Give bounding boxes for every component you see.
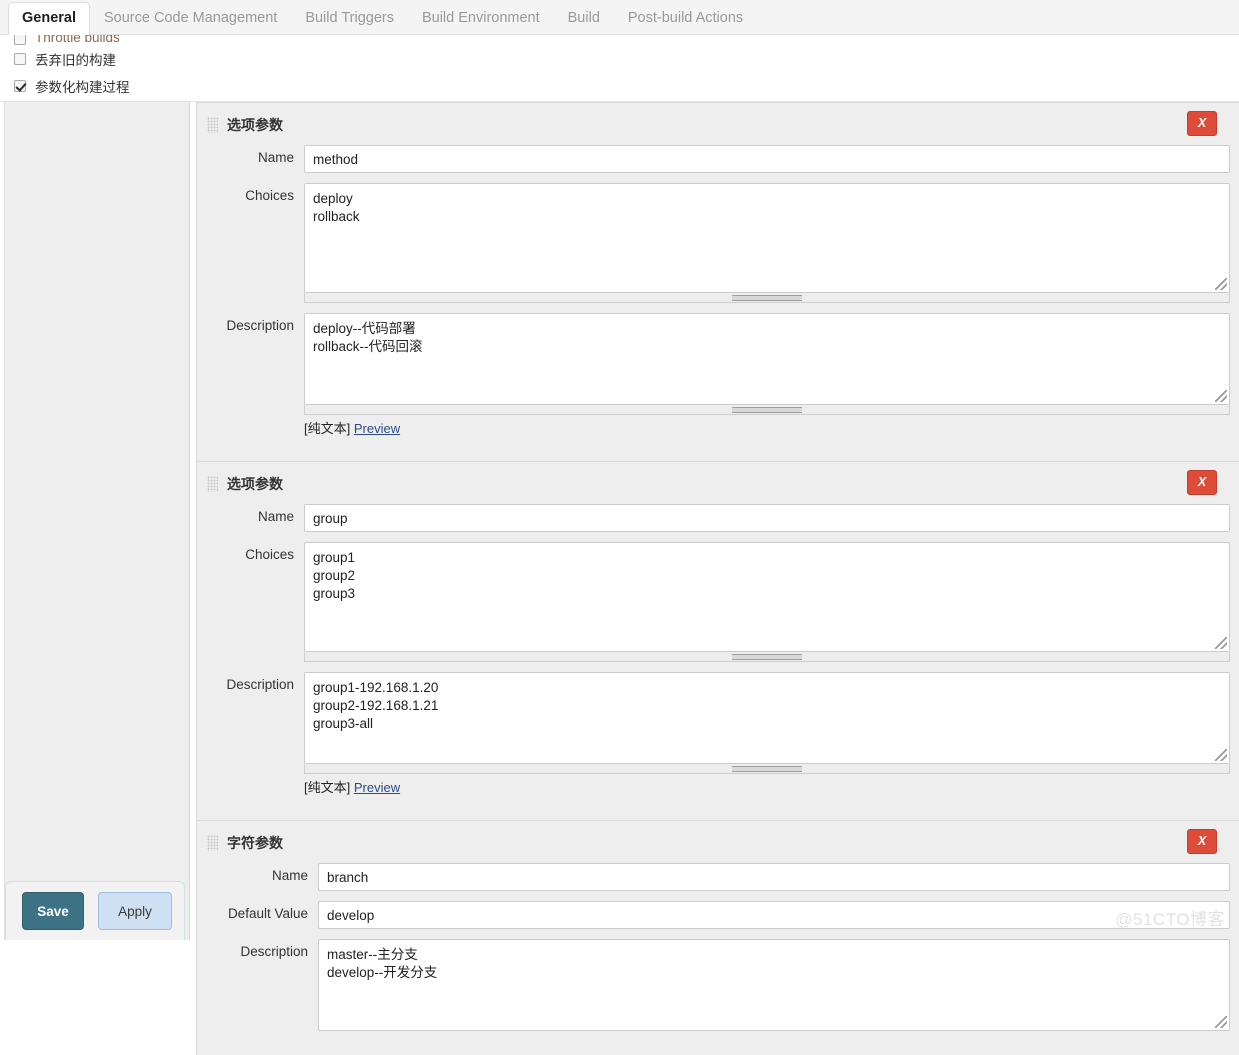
parameter-block-header: 字符参数 (197, 821, 1239, 863)
tab-build-environment[interactable]: Build Environment (408, 2, 554, 35)
textarea-resize-grip[interactable] (1215, 637, 1227, 649)
textarea-drag-bar[interactable] (304, 293, 1230, 303)
config-tab-bar: General Source Code Management Build Tri… (0, 0, 1239, 36)
description-label: Description (240, 944, 308, 959)
field-row-name: Name (197, 145, 1239, 173)
plaintext-label: [纯文本] (304, 780, 351, 795)
discard-old-builds-checkbox[interactable] (14, 52, 26, 65)
field-row-choices: Choices deploy rollback (197, 183, 1239, 303)
choices-label: Choices (245, 547, 294, 562)
parameter-block-choice-group: X 选项参数 Name Choices group1 group2 group3… (196, 461, 1239, 820)
field-row-name: Name (197, 504, 1239, 532)
apply-button[interactable]: Apply (98, 892, 172, 930)
preview-link[interactable]: Preview (354, 421, 400, 436)
delete-parameter-button[interactable]: X (1187, 829, 1217, 854)
option-label: Throttle builds (35, 35, 120, 45)
description-preview-row: [纯文本] Preview (304, 774, 1230, 796)
name-label: Name (271, 868, 308, 883)
delete-parameter-button[interactable]: X (1187, 470, 1217, 495)
parameter-description-textarea[interactable]: group1-192.168.1.20 group2-192.168.1.21 … (304, 672, 1230, 764)
textarea-resize-grip[interactable] (1215, 278, 1227, 290)
field-row-description: Description master--主分支 develop--开发分支 (197, 939, 1239, 1031)
parameter-type-title: 选项参数 (227, 117, 283, 133)
throttle-builds-checkbox[interactable] (14, 35, 26, 45)
parameter-choices-textarea[interactable]: deploy rollback (304, 183, 1230, 293)
option-label: 参数化构建过程 (35, 79, 130, 95)
parameter-description-textarea[interactable]: master--主分支 develop--开发分支 (318, 939, 1230, 1031)
parameter-choices-textarea[interactable]: group1 group2 group3 (304, 542, 1230, 652)
save-button[interactable]: Save (22, 892, 84, 930)
parameter-description-textarea[interactable]: deploy--代码部署 rollback--代码回滚 (304, 313, 1230, 405)
tab-build-triggers[interactable]: Build Triggers (291, 2, 408, 35)
general-options-list: Throttle builds 丢弃旧的构建 参数化构建过程 (0, 35, 1239, 102)
parameter-name-input[interactable] (318, 863, 1230, 891)
option-parameterized-build[interactable]: 参数化构建过程 (0, 72, 1239, 99)
parameter-block-header: 选项参数 (197, 103, 1239, 145)
option-label: 丢弃旧的构建 (35, 52, 116, 68)
textarea-resize-grip[interactable] (1215, 390, 1227, 402)
tab-source-code-management[interactable]: Source Code Management (90, 2, 291, 35)
tab-post-build-actions[interactable]: Post-build Actions (614, 2, 757, 35)
field-row-default-value: Default Value (197, 901, 1239, 929)
parameter-type-title: 字符参数 (227, 835, 283, 851)
textarea-drag-bar[interactable] (304, 405, 1230, 415)
watermark: @51CTO博客 (1115, 910, 1225, 929)
parameter-name-input[interactable] (304, 145, 1230, 173)
field-row-choices: Choices group1 group2 group3 (197, 542, 1239, 662)
description-label: Description (226, 677, 294, 692)
form-action-bar: Save Apply (5, 881, 185, 940)
drag-handle-icon[interactable] (207, 117, 218, 133)
option-discard-old-builds[interactable]: 丢弃旧的构建 (0, 45, 1239, 72)
textarea-drag-bar[interactable] (304, 652, 1230, 662)
drag-handle-icon[interactable] (207, 476, 218, 492)
parameter-block-header: 选项参数 (197, 462, 1239, 504)
description-preview-row: [纯文本] Preview (304, 415, 1230, 437)
textarea-resize-grip[interactable] (1215, 749, 1227, 761)
field-row-description: Description group1-192.168.1.20 group2-1… (197, 672, 1239, 796)
default-value-label: Default Value (227, 906, 308, 921)
parameter-block-string-branch: X 字符参数 Name Default Value Description ma… (196, 820, 1239, 1055)
parameter-type-title: 选项参数 (227, 476, 283, 492)
page-left-edge (0, 102, 5, 940)
parameterized-build-checkbox[interactable] (14, 79, 26, 92)
plaintext-label: [纯文本] (304, 421, 351, 436)
tab-general[interactable]: General (8, 2, 90, 36)
tab-build[interactable]: Build (554, 2, 614, 35)
description-label: Description (226, 318, 294, 333)
drag-handle-icon[interactable] (207, 835, 218, 851)
field-row-name: Name (197, 863, 1239, 891)
textarea-drag-bar[interactable] (304, 764, 1230, 774)
delete-parameter-button[interactable]: X (1187, 111, 1217, 136)
parameter-default-value-input[interactable] (318, 901, 1230, 929)
option-throttle-builds[interactable]: Throttle builds (0, 35, 1239, 45)
parameter-block-choice-method: X 选项参数 Name Choices deploy rollback Desc… (196, 102, 1239, 461)
field-row-description: Description deploy--代码部署 rollback--代码回滚 … (197, 313, 1239, 437)
choices-label: Choices (245, 188, 294, 203)
parameter-name-input[interactable] (304, 504, 1230, 532)
left-gutter (0, 102, 190, 940)
parameters-form-area: X 选项参数 Name Choices deploy rollback Desc… (196, 102, 1239, 1055)
name-label: Name (257, 509, 294, 524)
name-label: Name (257, 150, 294, 165)
textarea-resize-grip[interactable] (1215, 1016, 1227, 1028)
preview-link[interactable]: Preview (354, 780, 400, 795)
